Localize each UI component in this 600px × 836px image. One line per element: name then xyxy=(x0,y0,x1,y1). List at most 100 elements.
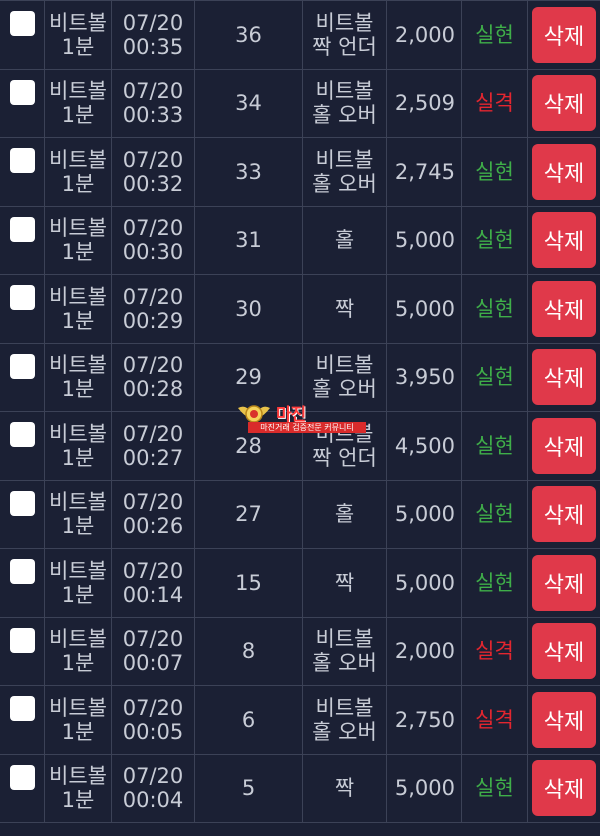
bet-amount: 2,000 xyxy=(394,639,455,664)
game-label: 비트볼 xyxy=(49,695,107,720)
delete-button[interactable]: 삭제 xyxy=(532,486,596,543)
bet-date: 07/20 xyxy=(122,284,184,309)
game-cell: 비트볼 1분 xyxy=(45,412,112,480)
game-label: 1분 xyxy=(61,377,95,402)
round-cell: 15 xyxy=(195,549,303,617)
datetime-cell: 07/20 00:28 xyxy=(112,343,195,411)
bet-time: 00:05 xyxy=(122,719,184,744)
select-cell xyxy=(0,343,45,411)
action-cell: 삭제 xyxy=(528,207,600,275)
game-label: 비트볼 xyxy=(49,216,107,241)
table-row: 비트볼 1분 07/20 00:04 5 짝 5,000 실현 삭제 xyxy=(0,754,600,823)
row-checkbox[interactable] xyxy=(9,490,35,516)
row-checkbox[interactable] xyxy=(9,764,35,790)
pick-cell: 비트볼 짝 언더 xyxy=(303,1,387,69)
delete-button[interactable]: 삭제 xyxy=(532,623,596,680)
pick-cell: 홀 xyxy=(303,480,387,548)
amount-cell: 2,000 xyxy=(387,1,462,69)
watermark-subtitle: 마진거래 검증전문 커뮤니티 xyxy=(248,422,366,433)
pick-label: 홀 오버 xyxy=(312,103,377,128)
table-row: 비트볼 1분 07/20 00:32 33 비트볼 홀 오버 2,745 실현 삭제 xyxy=(0,138,600,207)
row-checkbox[interactable] xyxy=(9,285,35,311)
result-cell: 실현 xyxy=(462,275,528,343)
result-cell: 실현 xyxy=(462,412,528,480)
round-number: 33 xyxy=(235,159,262,184)
game-cell: 비트볼 1분 xyxy=(45,275,112,343)
delete-button[interactable]: 삭제 xyxy=(532,75,596,132)
bet-amount: 2,000 xyxy=(394,22,455,47)
pick-cell: 비트볼 홀 오버 xyxy=(303,686,387,754)
row-checkbox[interactable] xyxy=(9,559,35,585)
game-label: 1분 xyxy=(61,788,95,813)
delete-button[interactable]: 삭제 xyxy=(532,143,596,200)
pick-cell: 홀 xyxy=(303,206,387,274)
row-checkbox[interactable] xyxy=(9,148,35,174)
row-checkbox[interactable] xyxy=(9,422,35,448)
round-cell: 27 xyxy=(195,480,303,548)
row-checkbox[interactable] xyxy=(9,216,35,242)
delete-button[interactable]: 삭제 xyxy=(532,349,596,406)
delete-button[interactable]: 삭제 xyxy=(532,6,596,63)
game-cell: 비트볼 1분 xyxy=(45,617,112,685)
game-label: 1분 xyxy=(61,103,95,128)
select-cell xyxy=(0,617,45,685)
result-status: 실현 xyxy=(475,228,514,253)
bet-date: 07/20 xyxy=(122,695,184,720)
pick-cell: 비트볼 홀 오버 xyxy=(303,69,387,137)
game-label: 비트볼 xyxy=(49,764,107,789)
bet-date: 07/20 xyxy=(122,10,184,35)
bet-time: 00:29 xyxy=(122,308,184,333)
round-number: 28 xyxy=(235,433,262,458)
pick-cell: 비트볼 홀 오버 xyxy=(303,617,387,685)
result-cell: 실현 xyxy=(462,343,528,411)
select-cell xyxy=(0,275,45,343)
result-status: 실격 xyxy=(475,707,514,732)
bet-time: 00:26 xyxy=(122,514,184,539)
action-cell: 삭제 xyxy=(528,275,600,343)
game-label: 비트볼 xyxy=(49,147,107,172)
row-checkbox[interactable] xyxy=(9,353,35,379)
pick-label: 비트볼 xyxy=(315,695,374,720)
result-cell: 실격 xyxy=(462,69,528,137)
select-cell xyxy=(0,480,45,548)
row-checkbox[interactable] xyxy=(9,79,35,105)
delete-button[interactable]: 삭제 xyxy=(532,554,596,611)
select-cell xyxy=(0,138,45,206)
round-number: 30 xyxy=(235,296,262,321)
table-row: 비트볼 1분 07/20 00:26 27 홀 5,000 실현 삭제 xyxy=(0,480,600,549)
round-number: 27 xyxy=(235,502,262,527)
delete-button[interactable]: 삭제 xyxy=(532,417,596,474)
row-checkbox[interactable] xyxy=(9,627,35,653)
row-checkbox[interactable] xyxy=(9,11,35,37)
round-cell: 31 xyxy=(195,206,303,274)
game-cell: 비트볼 1분 xyxy=(45,138,112,206)
delete-button[interactable]: 삭제 xyxy=(532,691,596,748)
result-cell: 실현 xyxy=(462,1,528,69)
bet-date: 07/20 xyxy=(122,353,184,378)
round-number: 15 xyxy=(235,570,262,595)
pick-label: 홀 오버 xyxy=(312,719,377,744)
amount-cell: 5,000 xyxy=(387,754,462,822)
amount-cell: 5,000 xyxy=(387,206,462,274)
delete-button[interactable]: 삭제 xyxy=(532,760,596,817)
bet-time: 00:27 xyxy=(122,445,184,470)
result-cell: 실현 xyxy=(462,206,528,274)
result-cell: 실현 xyxy=(462,480,528,548)
table-row: 비트볼 1분 07/20 00:07 8 비트볼 홀 오버 2,000 실격 삭제 xyxy=(0,617,600,686)
table-row: 비트볼 1분 07/20 00:29 30 짝 5,000 실현 삭제 xyxy=(0,275,600,344)
pick-cell: 비트볼 홀 오버 xyxy=(303,138,387,206)
select-cell xyxy=(0,412,45,480)
result-status: 실격 xyxy=(475,639,514,664)
datetime-cell: 07/20 00:14 xyxy=(112,549,195,617)
game-label: 1분 xyxy=(61,34,95,59)
amount-cell: 5,000 xyxy=(387,275,462,343)
select-cell xyxy=(0,69,45,137)
game-cell: 비트볼 1분 xyxy=(45,1,112,69)
pick-cell: 짝 xyxy=(303,754,387,822)
datetime-cell: 07/20 00:27 xyxy=(112,412,195,480)
row-checkbox[interactable] xyxy=(9,696,35,722)
delete-button[interactable]: 삭제 xyxy=(532,212,596,269)
delete-button[interactable]: 삭제 xyxy=(532,280,596,337)
game-cell: 비트볼 1분 xyxy=(45,686,112,754)
pick-label: 홀 xyxy=(334,502,355,527)
